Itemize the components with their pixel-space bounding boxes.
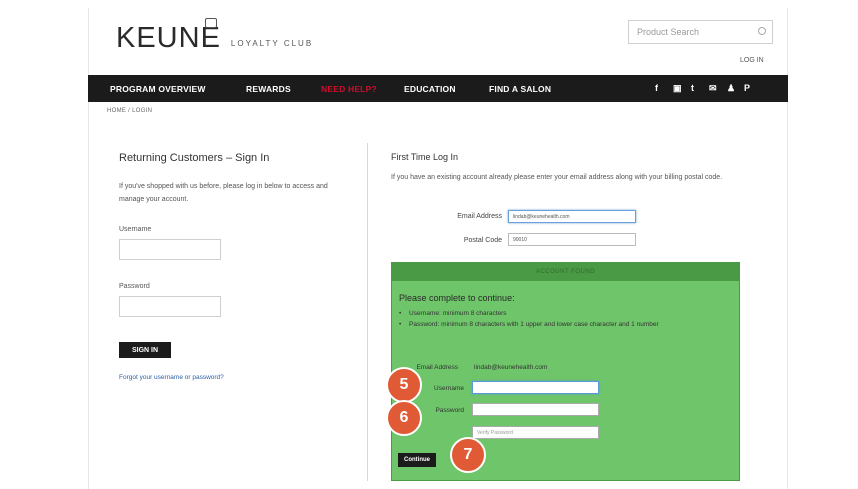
step-marker-6: 6 [386,400,422,436]
new-password-input[interactable] [472,403,599,416]
nav-find-a-salon[interactable]: FIND A SALON [489,84,551,94]
main-navbar: PROGRAM OVERVIEW REWARDS NEED HELP? EDUC… [88,75,788,102]
email-address-input[interactable]: lindab@keunehealth.com [508,210,636,223]
column-divider [367,143,368,481]
complete-heading: Please complete to continue: [399,293,515,303]
email-icon[interactable]: ✉ [709,83,717,94]
postal-code-value: 90010 [513,236,527,243]
verify-password-placeholder: Verify Password [477,429,513,436]
breadcrumb[interactable]: HOME / LOGIN [107,108,152,114]
verify-password-input[interactable]: Verify Password [472,426,599,439]
search-icon[interactable] [758,27,766,35]
nav-rewards[interactable]: REWARDS [246,84,291,94]
facebook-icon[interactable]: f [655,83,658,93]
step-marker-7: 7 [450,437,486,473]
returning-customers-description: If you've shopped with us before, please… [119,183,328,203]
account-completion-panel: ACCOUNT FOUND Please complete to continu… [391,262,740,481]
logo-subtitle: LOYALTY CLUB [230,39,314,48]
twitter-icon[interactable]: t [691,83,694,93]
forgot-credentials-link[interactable]: Forgot your username or password? [119,374,224,381]
requirement-password: Password: minimum 8 characters with 1 up… [399,319,729,330]
postal-code-label: Postal Code [463,237,502,244]
requirements-list: Username: minimum 8 characters Password:… [399,308,729,330]
logo[interactable]: KEUNE LOYALTY CLUB [116,18,314,54]
first-time-login-title: First Time Log In [391,152,459,162]
nav-program-overview[interactable]: PROGRAM OVERVIEW [110,84,206,94]
nav-need-help[interactable]: NEED HELP? [321,84,377,94]
login-link[interactable]: LOG IN [740,57,764,64]
password-label: Password [119,283,150,290]
returning-customers-title: Returning Customers – Sign In [119,152,270,164]
username-label: Username [119,226,152,233]
email-address-value: lindab@keunehealth.com [513,213,570,220]
product-search-input[interactable]: Product Search [628,20,773,44]
email-address-label: Email Address [457,213,502,220]
sign-in-button[interactable]: SIGN IN [119,342,171,358]
first-time-login-description: If you have an existing account already … [391,174,723,181]
nav-education[interactable]: EDUCATION [404,84,456,94]
pinterest-icon[interactable]: P [744,83,750,93]
username-input[interactable] [119,239,221,260]
step-marker-5: 5 [386,367,422,403]
confirmed-email-value: lindab@keunehealth.com [474,364,548,371]
confirmed-email-label: Email Address [416,364,458,371]
continue-button[interactable]: Continue [398,453,436,467]
account-found-bar: ACCOUNT FOUND [392,263,739,281]
postal-code-input[interactable]: 90010 [508,233,636,246]
search-placeholder: Product Search [637,27,700,37]
password-input[interactable] [119,296,221,317]
instagram-icon[interactable]: ▣ [673,83,682,94]
person-icon[interactable]: ♟ [727,83,735,94]
new-username-input[interactable] [472,381,599,394]
logo-wordmark: KEUNE [116,22,221,54]
logo-mark-icon [205,18,217,28]
requirement-username: Username: minimum 8 characters [399,308,729,319]
